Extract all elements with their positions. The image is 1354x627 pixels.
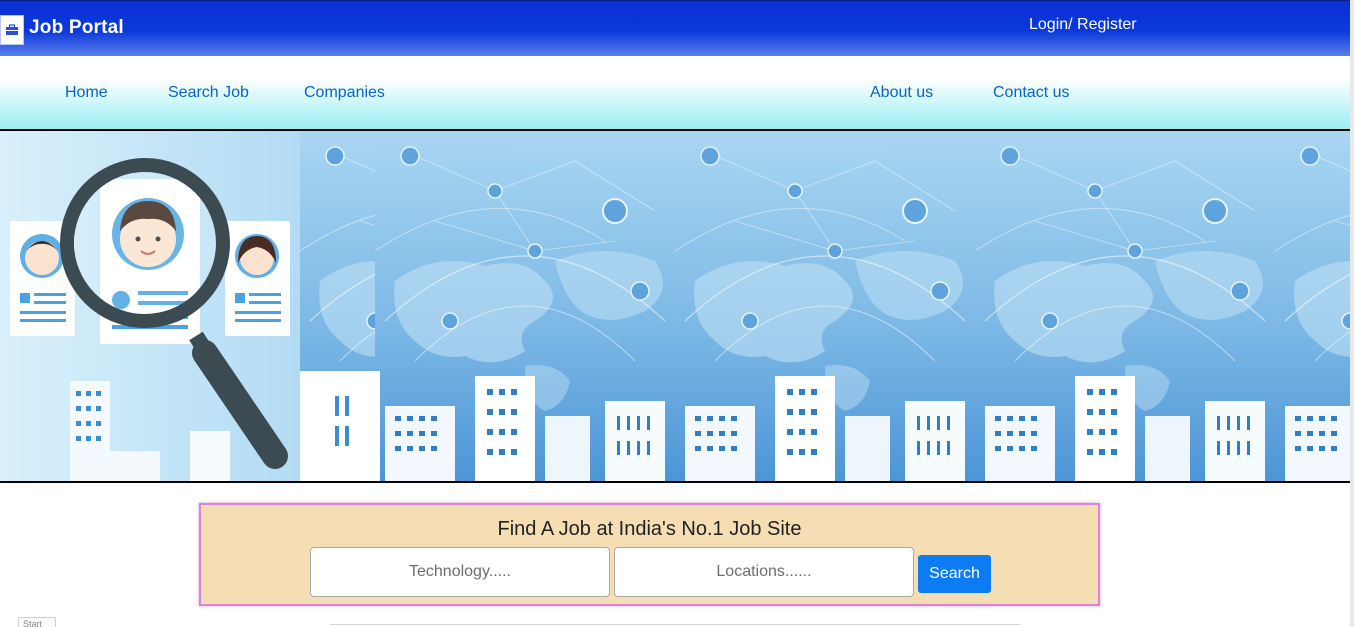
hero-banner-illustration [0, 131, 1350, 481]
logo-icon[interactable] [0, 15, 24, 45]
search-button[interactable]: Search [918, 555, 991, 593]
technology-search-input[interactable] [310, 547, 610, 597]
brand-title[interactable]: Job Portal [29, 17, 124, 39]
profile-card-right [225, 221, 290, 336]
main-navigation: Home Search Job Companies About us Conta… [0, 56, 1350, 131]
nav-item-search-job[interactable]: Search Job [168, 84, 249, 102]
hero-banner [0, 131, 1350, 483]
divider [330, 624, 1020, 625]
location-search-input[interactable] [614, 547, 914, 597]
nav-item-companies[interactable]: Companies [304, 84, 385, 102]
login-register-link[interactable]: Login/ Register [1029, 16, 1137, 34]
start-label[interactable]: Start [18, 617, 56, 627]
top-header: Job Portal Login/ Register [0, 0, 1350, 56]
page-scrollbar[interactable] [1350, 0, 1354, 627]
nav-item-home[interactable]: Home [65, 84, 108, 102]
job-search-panel: Find A Job at India's No.1 Job Site Sear… [199, 503, 1100, 606]
briefcase-icon [6, 24, 18, 35]
search-panel-title: Find A Job at India's No.1 Job Site [497, 518, 802, 540]
nav-item-about-us[interactable]: About us [870, 84, 933, 102]
nav-item-contact-us[interactable]: Contact us [993, 84, 1069, 102]
